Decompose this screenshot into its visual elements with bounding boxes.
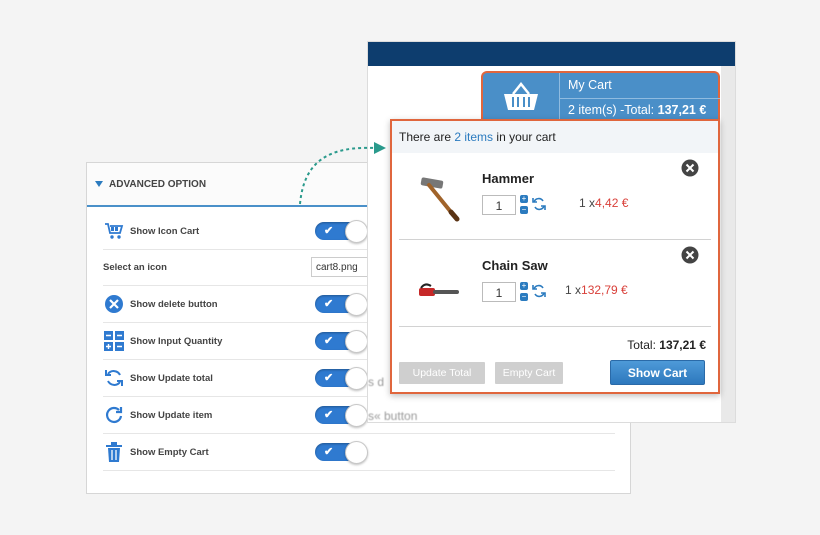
hammer-image: [415, 175, 465, 225]
option-label: Show Empty Cart: [130, 446, 209, 458]
show-delete-button-toggle[interactable]: ✔: [315, 293, 368, 316]
show-empty-cart-toggle[interactable]: ✔: [315, 441, 368, 464]
show-cart-button[interactable]: Show Cart: [610, 360, 705, 385]
store-background-text: s d: [368, 375, 385, 389]
show-update-item-toggle[interactable]: ✔: [315, 404, 368, 427]
update-item-icon: [103, 404, 125, 426]
show-input-quantity-toggle[interactable]: ✔: [315, 330, 368, 353]
item-name: Chain Saw: [482, 258, 548, 273]
empty-cart-button[interactable]: Empty Cart: [495, 362, 563, 384]
option-label: Show delete button: [130, 298, 218, 310]
item-name: Hammer: [482, 171, 535, 186]
chain-saw-image: [415, 262, 465, 312]
show-icon-cart-toggle[interactable]: ✔: [315, 220, 368, 243]
decrement-icon[interactable]: −: [520, 206, 528, 214]
collapse-arrow-icon[interactable]: [95, 181, 103, 187]
cart-item: Chain Saw 1 + − 1 x132,79 €: [399, 240, 711, 327]
trash-icon: [103, 441, 125, 463]
update-item-icon[interactable]: [532, 284, 546, 298]
store-side-strip: [721, 66, 735, 422]
delete-item-icon[interactable]: [681, 159, 699, 177]
update-total-button[interactable]: Update Total: [399, 362, 485, 384]
item-price: 1 x4,42 €: [579, 196, 629, 210]
option-label: Select an icon: [103, 261, 167, 273]
quantity-icon: [103, 330, 125, 352]
store-background-text: s« button: [368, 409, 418, 423]
refresh-icon: [103, 367, 125, 389]
option-label: Show Update total: [130, 372, 213, 384]
cart-dropdown: There are 2 items in your cart Hammer 1 …: [390, 119, 720, 394]
option-show-empty-cart: Show Empty Cart ✔: [103, 434, 615, 471]
cart-icon: [103, 220, 125, 242]
delete-icon: [103, 293, 125, 315]
decrement-icon[interactable]: −: [520, 293, 528, 301]
update-item-icon[interactable]: [532, 197, 546, 211]
option-label: Show Update item: [130, 409, 213, 421]
increment-icon[interactable]: +: [520, 195, 528, 203]
connector-arrow-icon: [299, 142, 386, 205]
basket-icon[interactable]: [483, 73, 560, 121]
increment-icon[interactable]: +: [520, 282, 528, 290]
cart-tab[interactable]: My Cart 2 item(s) -Total: 137,21 €: [481, 71, 720, 121]
quantity-input[interactable]: 1: [482, 282, 516, 302]
cart-item: Hammer 1 + − 1 x4,42 €: [399, 153, 711, 240]
cart-summary-line: There are 2 items in your cart: [392, 121, 718, 153]
show-update-total-toggle[interactable]: ✔: [315, 367, 368, 390]
delete-item-icon[interactable]: [681, 246, 699, 264]
my-cart-title: My Cart: [568, 78, 612, 92]
item-price: 1 x132,79 €: [565, 283, 628, 297]
cart-tab-summary: 2 item(s) -Total: 137,21 €: [568, 103, 707, 117]
quantity-input[interactable]: 1: [482, 195, 516, 215]
items-link[interactable]: 2 items: [454, 130, 493, 144]
section-title: ADVANCED OPTION: [109, 178, 207, 190]
option-label: Show Icon Cart: [130, 225, 200, 237]
option-label: Show Input Quantity: [130, 335, 223, 347]
store-header-bar: [368, 42, 735, 66]
cart-total: Total: 137,21 €: [627, 338, 706, 352]
